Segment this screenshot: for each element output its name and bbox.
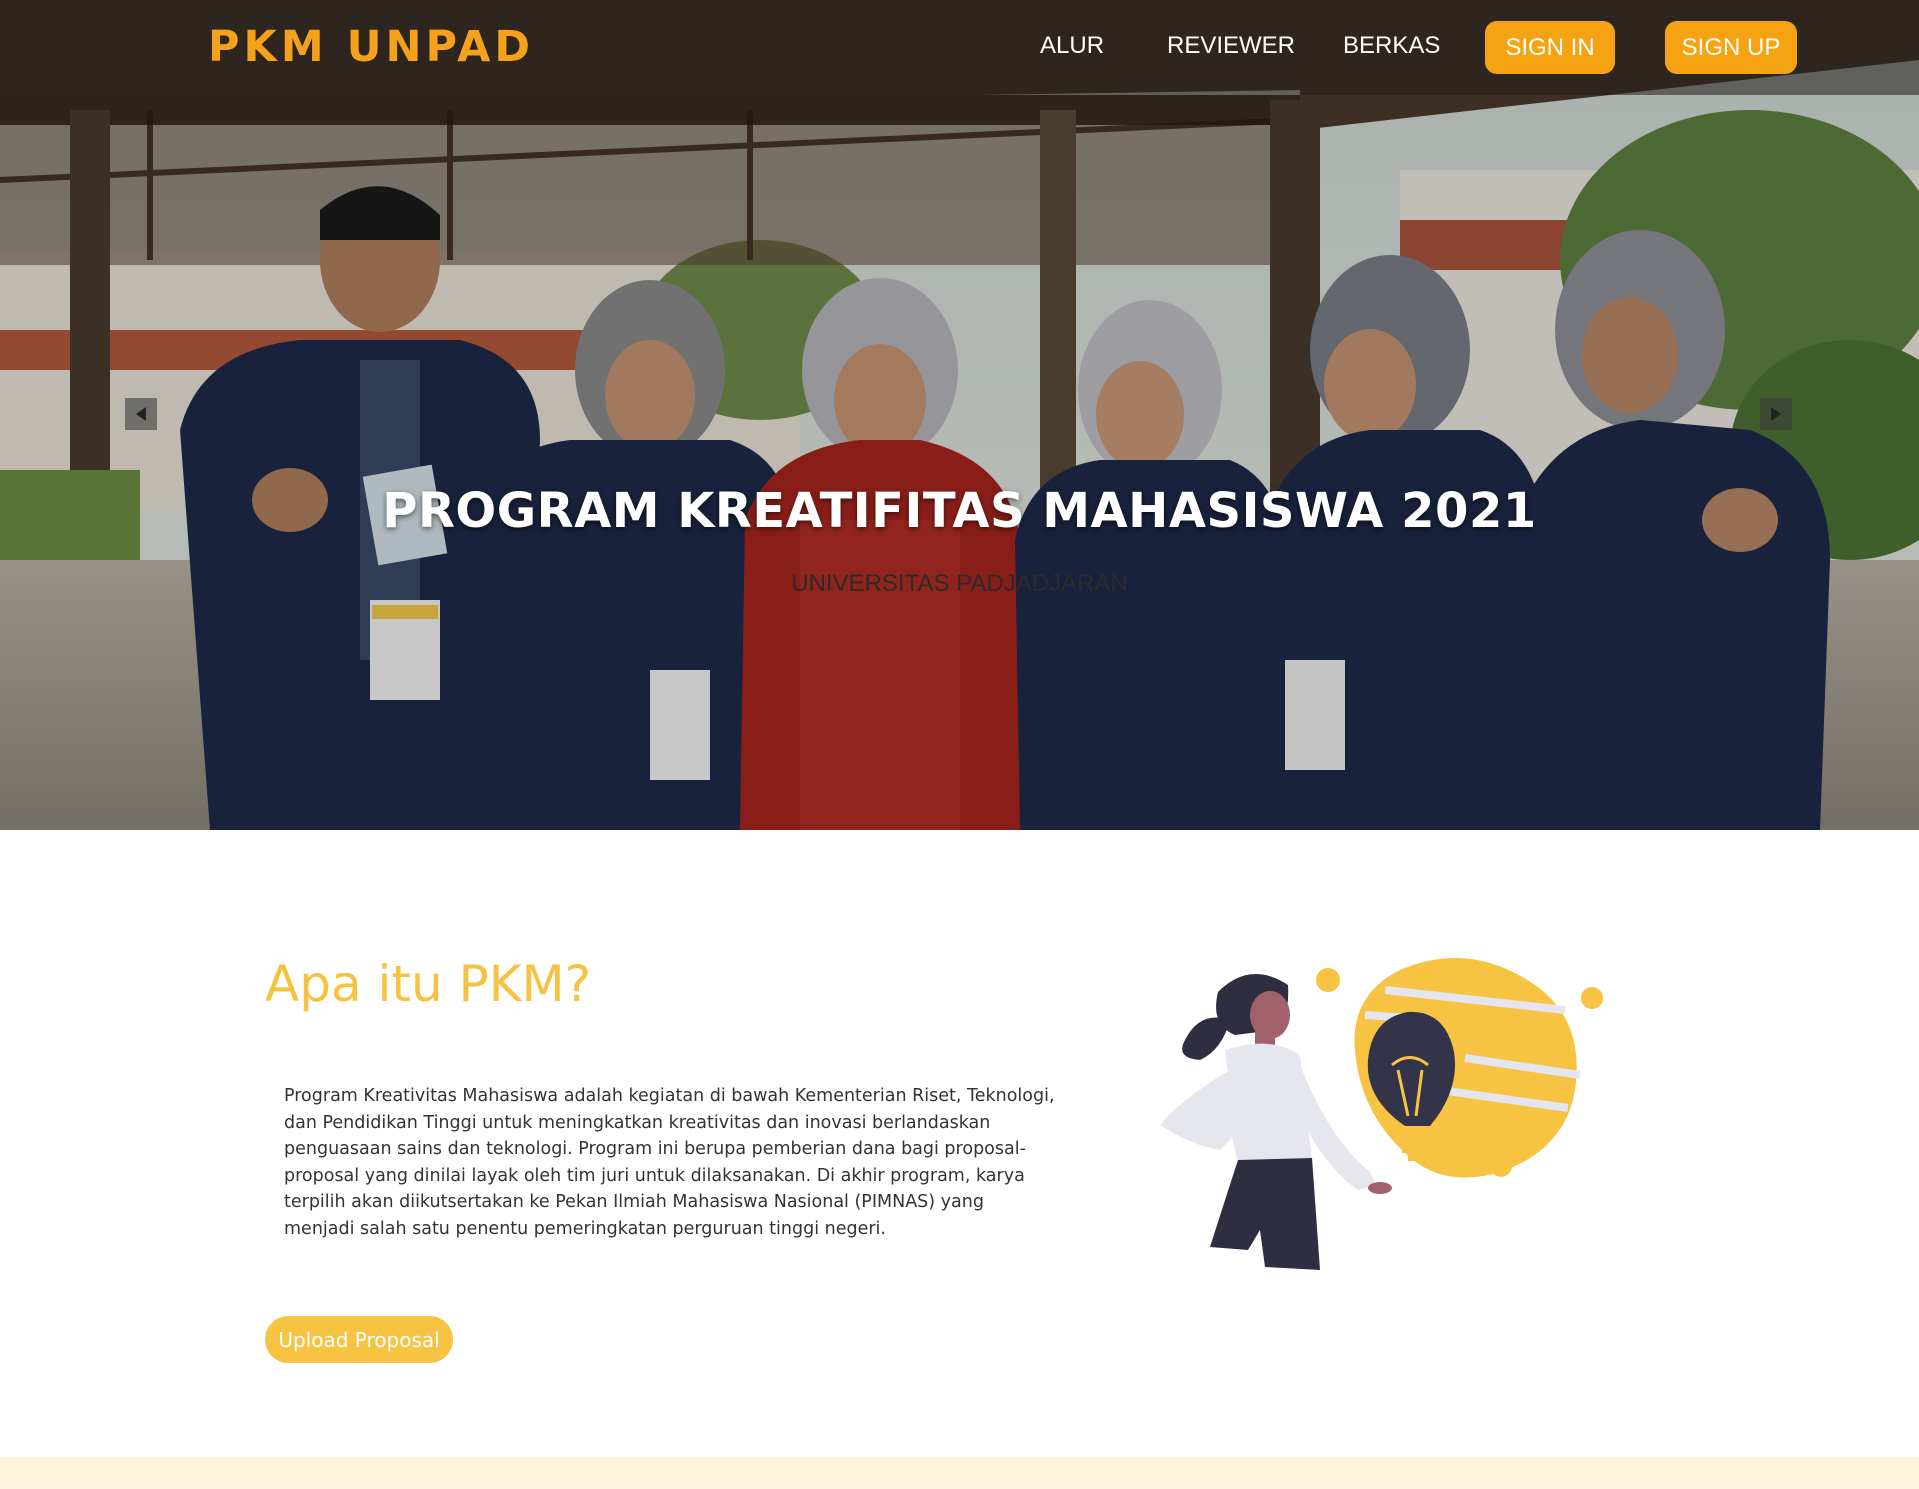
upload-proposal-button[interactable]: Upload Proposal (265, 1316, 453, 1363)
about-title: Apa itu PKM? (265, 955, 592, 1013)
carousel-next-button[interactable] (1760, 398, 1792, 430)
chevron-right-icon (1771, 407, 1781, 421)
brand-logo[interactable]: PKM UNPAD (208, 22, 534, 72)
nav-link-berkas[interactable]: BERKAS (1343, 32, 1440, 60)
footer-strip (0, 1457, 1919, 1489)
about-description: Program Kreativitas Mahasiswa adalah keg… (284, 1086, 1055, 1239)
lightbulb-idea-illustration (1160, 958, 1603, 1270)
hero-overlay (0, 0, 1919, 830)
hero-carousel: PROGRAM KREATIFITAS MAHASISWA 2021 UNIVE… (0, 0, 1919, 830)
nav-link-alur[interactable]: ALUR (1040, 32, 1104, 60)
top-navbar: PKM UNPAD ALUR REVIEWER BERKAS SIGN IN S… (0, 0, 1919, 95)
hero-subtitle: UNIVERSITAS PADJADJARAN (791, 570, 1128, 597)
nav-link-reviewer[interactable]: REVIEWER (1167, 32, 1295, 60)
hero-title: PROGRAM KREATIFITAS MAHASISWA 2021 (382, 483, 1537, 539)
chevron-left-icon (136, 407, 146, 421)
sign-in-button[interactable]: SIGN IN (1485, 21, 1615, 74)
sign-up-button[interactable]: SIGN UP (1665, 21, 1797, 74)
carousel-prev-button[interactable] (125, 398, 157, 430)
